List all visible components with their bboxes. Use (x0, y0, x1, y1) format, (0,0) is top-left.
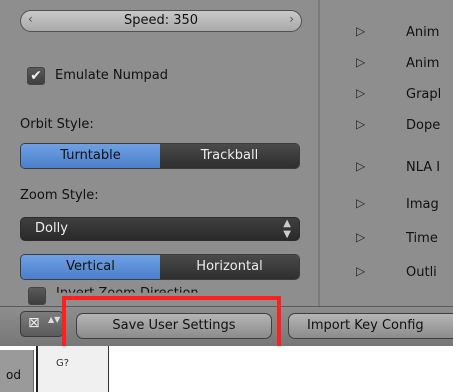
turntable-button[interactable]: Turntable (21, 144, 160, 168)
orbit-style-toggle: Turntable Trackball (20, 143, 300, 169)
expand-triangle-icon[interactable]: ▷ (356, 24, 365, 38)
editor-type-icon: ⊠ (28, 315, 40, 331)
increase-arrow-icon[interactable]: › (289, 12, 294, 26)
import-key-config-button[interactable]: Import Key Config (288, 313, 453, 339)
line-number-gutter: G? (38, 346, 109, 392)
expand-triangle-icon[interactable]: ▷ (356, 117, 365, 131)
side-tab[interactable]: od (0, 350, 34, 392)
vertical-button[interactable]: Vertical (21, 255, 160, 279)
line-number: G? (56, 358, 70, 369)
expand-triangle-icon[interactable]: ▷ (356, 86, 365, 100)
invert-zoom-checkbox[interactable] (28, 287, 46, 305)
expand-triangle-icon[interactable]: ▷ (356, 264, 365, 278)
zoom-style-value: Dolly (35, 221, 68, 236)
emulate-numpad-checkbox[interactable]: ✔ (27, 67, 45, 85)
zoom-axis-toggle: Vertical Horizontal (20, 254, 300, 280)
emulate-numpad-label: Emulate Numpad (55, 68, 169, 83)
orbit-style-label: Orbit Style: (20, 117, 94, 132)
expand-triangle-icon[interactable]: ▷ (356, 55, 365, 69)
lower-editor-area: od G? (0, 346, 453, 392)
zoom-style-dropdown[interactable]: Dolly ▲ ▼ (20, 217, 300, 241)
speed-label: Speed: 350 (123, 13, 199, 28)
editor-type-menu-button[interactable]: ⊠ ▲▼ (20, 311, 64, 337)
expand-triangle-icon[interactable]: ▷ (356, 196, 365, 210)
expand-triangle-icon[interactable]: ▷ (356, 230, 365, 244)
expand-triangle-icon[interactable]: ▷ (356, 159, 365, 173)
updown-icon: ▲▼ (48, 315, 61, 324)
dropdown-updown-icon: ▲ ▼ (283, 218, 291, 240)
horizontal-button[interactable]: Horizontal (160, 255, 299, 279)
speed-slider[interactable]: ‹ Speed: 350 › (20, 10, 302, 32)
trackball-button[interactable]: Trackball (160, 144, 299, 168)
zoom-style-label: Zoom Style: (20, 188, 99, 203)
